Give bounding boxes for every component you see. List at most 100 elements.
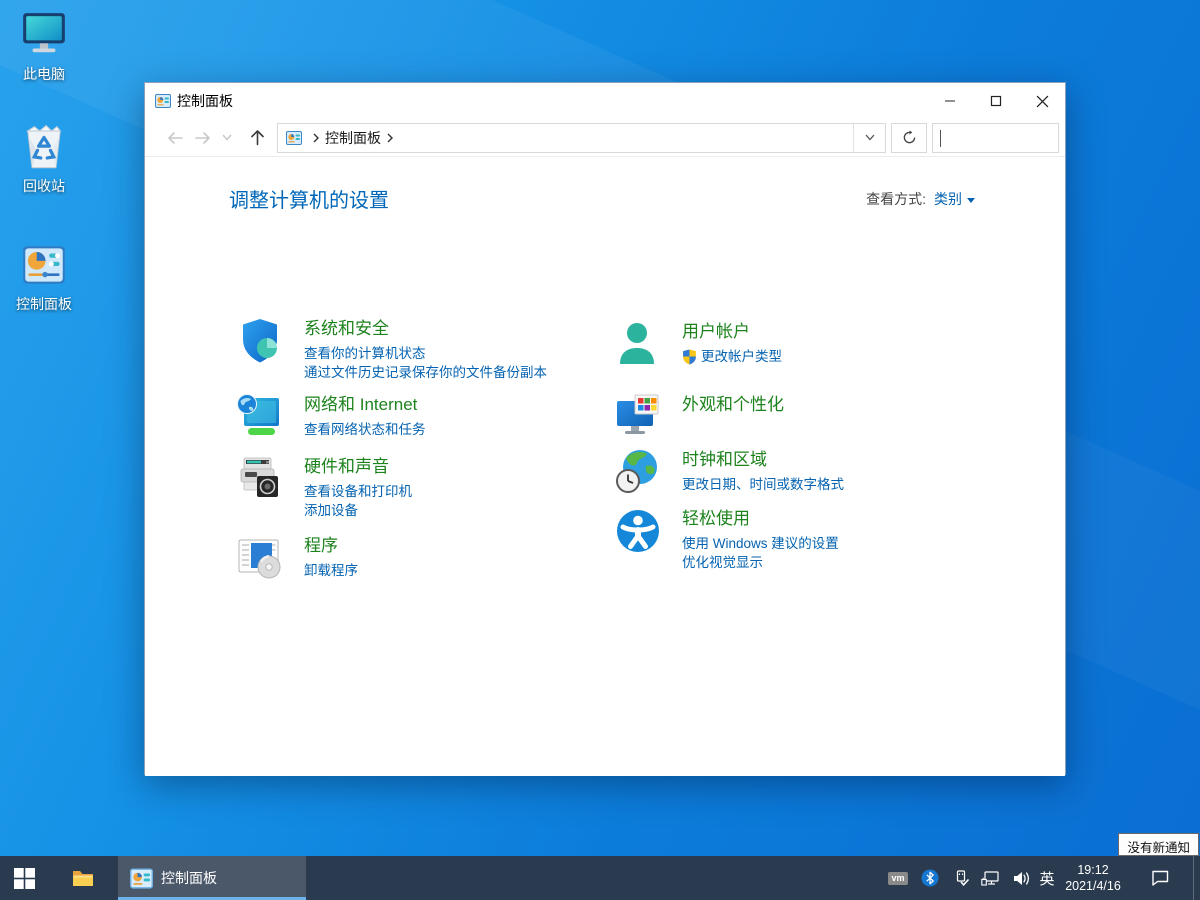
category-title[interactable]: 硬件和声音 xyxy=(304,455,389,479)
programs-icon[interactable] xyxy=(236,534,284,582)
notification-tooltip: 没有新通知 xyxy=(1118,833,1199,856)
forward-button[interactable] xyxy=(189,124,217,152)
category-network-internet: 网络和 Internet 查看网络状态和任务 xyxy=(236,393,606,439)
desktop-icon-label: 控制面板 xyxy=(0,294,88,314)
close-icon xyxy=(1036,95,1049,108)
network-internet-icon[interactable] xyxy=(236,393,284,441)
up-button[interactable] xyxy=(243,124,271,152)
desktop-icon-label: 回收站 xyxy=(0,176,88,196)
category-link-uac[interactable]: 更改帐户类型 xyxy=(682,347,984,366)
category-title[interactable]: 网络和 Internet xyxy=(304,393,417,417)
category-title[interactable]: 用户帐户 xyxy=(682,320,750,344)
category-clock-region: 时钟和区域 更改日期、时间或数字格式 xyxy=(614,448,984,494)
address-control-panel-icon xyxy=(285,130,303,146)
tray-volume-icon[interactable] xyxy=(1007,856,1035,900)
category-link[interactable]: 查看你的计算机状态 xyxy=(304,344,606,363)
category-link[interactable]: 通过文件历史记录保存你的文件备份副本 xyxy=(304,363,606,382)
uac-shield-icon xyxy=(682,349,697,365)
desktop-icon-recycle-bin[interactable]: 回收站 xyxy=(0,118,88,196)
clock-time: 19:12 xyxy=(1060,862,1126,878)
search-box[interactable] xyxy=(932,123,1059,153)
refresh-icon xyxy=(902,130,917,145)
page-title: 调整计算机的设置 xyxy=(229,184,389,213)
hardware-sound-icon[interactable] xyxy=(236,455,284,503)
minimize-icon xyxy=(944,95,956,107)
category-link[interactable]: 查看设备和打印机 xyxy=(304,482,606,501)
category-hardware-sound: 硬件和声音 查看设备和打印机 添加设备 xyxy=(236,455,606,520)
clock-date: 2021/4/16 xyxy=(1060,878,1126,894)
chevron-down-icon xyxy=(967,198,975,203)
tray-network-icon[interactable] xyxy=(976,856,1006,900)
refresh-button[interactable] xyxy=(891,123,927,153)
ease-of-access-icon[interactable] xyxy=(614,507,662,555)
notification-icon xyxy=(1150,869,1170,887)
category-title[interactable]: 轻松使用 xyxy=(682,507,750,531)
category-user-accounts: 用户帐户 更改帐户类型 xyxy=(614,320,984,366)
start-button[interactable] xyxy=(0,856,48,900)
category-link[interactable]: 查看网络状态和任务 xyxy=(304,420,606,439)
address-bar[interactable]: 控制面板 xyxy=(277,123,886,153)
category-link[interactable]: 卸载程序 xyxy=(304,561,606,580)
windows-logo-icon xyxy=(14,868,35,889)
address-dropdown-button[interactable] xyxy=(853,124,885,152)
category-title[interactable]: 外观和个性化 xyxy=(682,393,784,417)
category-link[interactable]: 优化视觉显示 xyxy=(682,553,984,572)
category-title[interactable]: 时钟和区域 xyxy=(682,448,767,472)
show-desktop-button[interactable] xyxy=(1193,856,1200,900)
category-link[interactable]: 添加设备 xyxy=(304,501,606,520)
recycle-bin-icon xyxy=(18,118,70,172)
tray-clock[interactable]: 19:12 2021/4/16 xyxy=(1060,856,1130,900)
desktop-wallpaper: 此电脑 回收站 控制面板 xyxy=(0,0,1200,900)
clock-region-icon[interactable] xyxy=(614,448,662,496)
view-by-dropdown[interactable]: 类别 xyxy=(934,189,975,209)
control-panel-icon xyxy=(19,240,69,290)
desktop-icon-control-panel[interactable]: 控制面板 xyxy=(0,240,88,314)
file-explorer-button[interactable] xyxy=(58,856,108,900)
category-title[interactable]: 系统和安全 xyxy=(304,317,389,341)
category-appearance-personalization: 外观和个性化 xyxy=(614,393,984,420)
category-link[interactable]: 更改日期、时间或数字格式 xyxy=(682,475,984,494)
desktop-icon-label: 此电脑 xyxy=(0,64,88,84)
category-link[interactable]: 使用 Windows 建议的设置 xyxy=(682,534,984,553)
text-caret xyxy=(940,130,941,147)
this-pc-icon xyxy=(19,10,69,60)
tray-bluetooth-icon[interactable] xyxy=(916,856,944,900)
user-accounts-icon[interactable] xyxy=(614,320,662,368)
shield-security-icon[interactable] xyxy=(236,317,284,365)
tray-vmware-icon[interactable]: vm xyxy=(884,856,912,900)
tray-usb-icon[interactable] xyxy=(948,856,974,900)
navigation-toolbar: 控制面板 xyxy=(145,119,1065,157)
up-arrow-icon xyxy=(250,129,265,146)
forward-arrow-icon xyxy=(194,131,212,145)
category-title[interactable]: 程序 xyxy=(304,534,338,558)
control-panel-home: 调整计算机的设置 查看方式: 类别 系统和安全 xyxy=(145,157,1065,776)
chevron-down-icon xyxy=(865,134,875,141)
personalization-icon[interactable] xyxy=(614,393,662,441)
desktop-icon-this-pc[interactable]: 此电脑 xyxy=(0,10,88,84)
breadcrumb: 控制面板 xyxy=(278,128,853,148)
search-input[interactable] xyxy=(933,124,1117,152)
tray-ime-indicator[interactable]: 英 xyxy=(1034,856,1060,900)
category-system-security: 系统和安全 查看你的计算机状态 通过文件历史记录保存你的文件备份副本 xyxy=(236,317,606,382)
recent-pages-button[interactable] xyxy=(217,124,237,152)
view-by-label: 查看方式: xyxy=(866,189,926,209)
maximize-icon xyxy=(990,95,1002,107)
chevron-down-icon xyxy=(222,134,232,141)
back-arrow-icon xyxy=(166,131,184,145)
taskbar: 控制面板 vm xyxy=(0,856,1200,900)
minimize-button[interactable] xyxy=(927,83,973,119)
maximize-button[interactable] xyxy=(973,83,1019,119)
taskbar-task-control-panel[interactable]: 控制面板 xyxy=(118,856,306,900)
task-label: 控制面板 xyxy=(161,868,217,888)
close-button[interactable] xyxy=(1019,83,1065,119)
action-center-button[interactable] xyxy=(1138,856,1182,900)
back-button[interactable] xyxy=(161,124,189,152)
window-title: 控制面板 xyxy=(177,91,233,111)
folder-icon xyxy=(71,866,95,890)
window-control-panel-icon xyxy=(155,93,171,109)
task-control-panel-icon xyxy=(130,867,153,890)
category-programs: 程序 卸载程序 xyxy=(236,534,606,580)
breadcrumb-chevron-icon[interactable] xyxy=(387,133,393,143)
breadcrumb-item-control-panel[interactable]: 控制面板 xyxy=(325,128,381,148)
breadcrumb-chevron-icon[interactable] xyxy=(313,133,319,143)
